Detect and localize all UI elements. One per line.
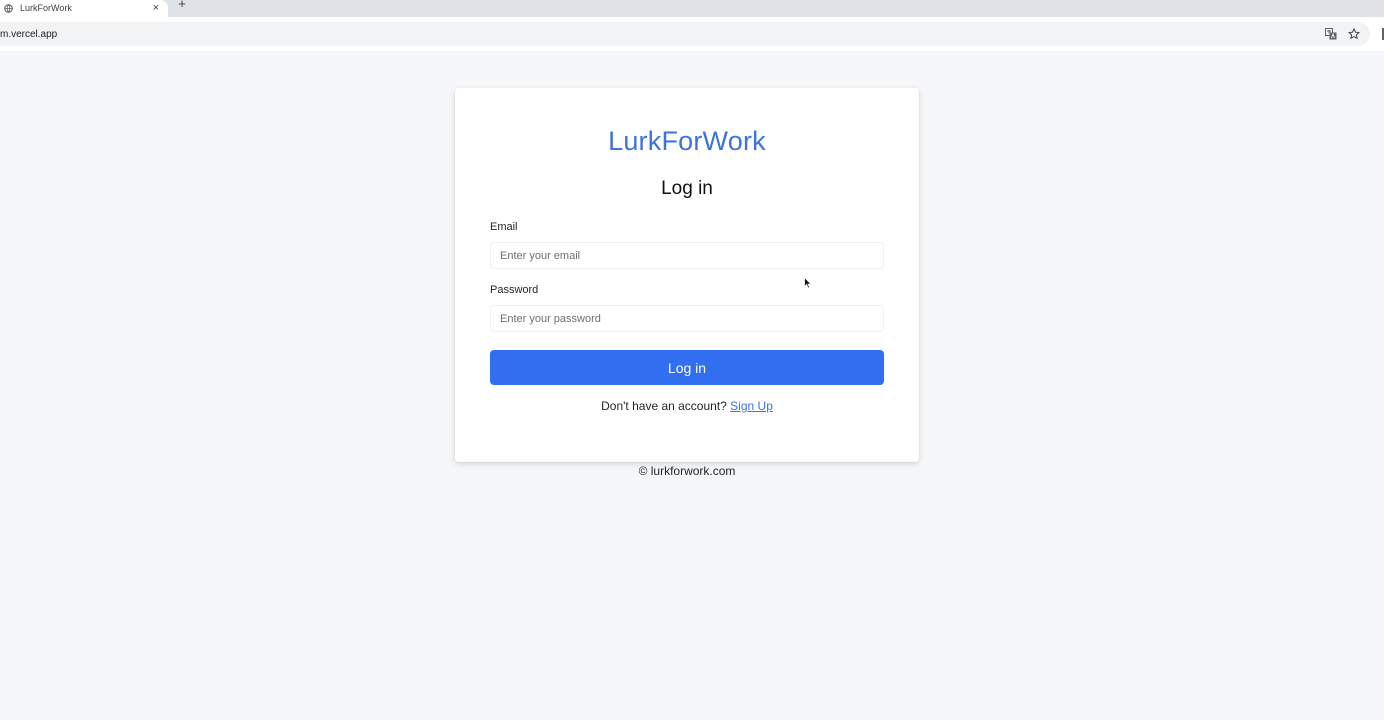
- browser-tab[interactable]: LurkForWork ×: [0, 0, 168, 17]
- password-label: Password: [490, 284, 539, 296]
- tab-title: LurkForWork: [20, 4, 72, 13]
- browser-toolbar: m.vercel.app: [0, 17, 1384, 51]
- address-bar-actions: [1324, 27, 1360, 40]
- email-label: Email: [490, 221, 518, 233]
- password-field[interactable]: [490, 305, 884, 332]
- email-field[interactable]: [490, 242, 884, 269]
- signup-link[interactable]: Sign Up: [730, 399, 773, 413]
- brand-title: LurkForWork: [608, 126, 766, 156]
- cursor-icon: [804, 276, 812, 289]
- login-card: LurkForWork Log in Email Password Log in…: [455, 88, 919, 462]
- translate-icon[interactable]: [1324, 27, 1337, 40]
- browser-tabstrip: LurkForWork × +: [0, 0, 1384, 17]
- signup-prompt: Don't have an account?: [601, 399, 731, 413]
- login-button[interactable]: Log in: [490, 350, 884, 385]
- star-icon[interactable]: [1347, 27, 1360, 40]
- close-icon[interactable]: ×: [153, 3, 159, 14]
- address-bar[interactable]: m.vercel.app: [0, 22, 1370, 46]
- signup-prompt-row: Don't have an account? Sign Up: [455, 399, 919, 413]
- login-heading: Log in: [661, 178, 713, 199]
- url-text: m.vercel.app: [0, 28, 58, 40]
- footer-copyright: © lurkforwork.com: [638, 464, 736, 478]
- globe-icon: [4, 4, 13, 13]
- plus-icon[interactable]: +: [176, 0, 188, 10]
